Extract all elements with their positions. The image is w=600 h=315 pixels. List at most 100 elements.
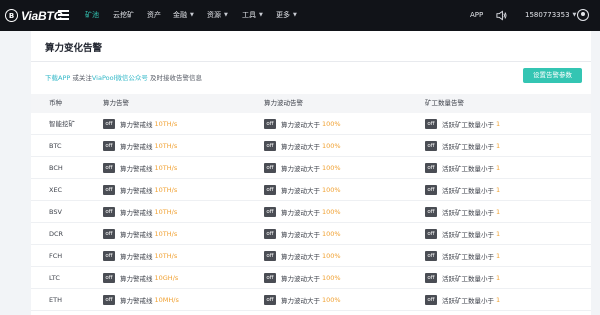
hashrate-alert-cell: off 算力警戒线 10TH/s xyxy=(103,228,177,239)
fluctuation-alert-label: 算力波动大于 xyxy=(281,296,320,305)
fluctuation-alert-toggle[interactable]: off xyxy=(264,272,276,283)
nav-item-tools[interactable]: 工具 ▼ xyxy=(242,0,263,31)
hashrate-alert-cell: off 算力警戒线 10TH/s xyxy=(103,118,177,129)
hashrate-alert-label: 算力警戒线 xyxy=(120,252,153,261)
fluctuation-alert-cell: off 算力波动大于 100% xyxy=(264,184,341,195)
user-icon[interactable] xyxy=(577,9,589,21)
miner-alert-label: 活跃矿工数量小于 xyxy=(442,164,494,173)
fluctuation-alert-cell: off 算力波动大于 100% xyxy=(264,294,341,305)
fluctuation-alert-label: 算力波动大于 xyxy=(281,252,320,261)
fluctuation-alert-label: 算力波动大于 xyxy=(281,186,320,195)
hashrate-alert-toggle[interactable]: off xyxy=(103,294,115,305)
coin-name: ETH xyxy=(49,296,62,304)
miner-alert-value: 1 xyxy=(496,229,501,238)
menu-icon[interactable] xyxy=(58,10,69,20)
miner-alert-value: 1 xyxy=(496,273,501,282)
fluctuation-alert-value: 100% xyxy=(322,207,341,216)
miner-alert-label: 活跃矿工数量小于 xyxy=(442,186,494,195)
hashrate-alert-toggle[interactable]: off xyxy=(103,140,115,151)
miner-alert-toggle[interactable]: off xyxy=(425,272,437,283)
hashrate-alert-toggle[interactable]: off xyxy=(103,250,115,261)
table-header: 币种 算力告警 算力波动告警 矿工数量告警 xyxy=(31,94,591,113)
fluctuation-alert-value: 100% xyxy=(322,251,341,260)
hashrate-alert-value: 10TH/s xyxy=(154,163,178,172)
miner-alert-cell: off 活跃矿工数量小于 1 xyxy=(425,228,500,239)
nav-item-pool[interactable]: 矿池 xyxy=(85,0,99,31)
fluctuation-alert-value: 100% xyxy=(322,163,341,172)
miner-alert-toggle[interactable]: off xyxy=(425,162,437,173)
miner-alert-cell: off 活跃矿工数量小于 1 xyxy=(425,272,500,283)
chevron-down-icon: ▼ xyxy=(572,12,577,18)
fluctuation-alert-value: 100% xyxy=(322,185,341,194)
fluctuation-alert-toggle[interactable]: off xyxy=(264,228,276,239)
miner-alert-label: 活跃矿工数量小于 xyxy=(442,252,494,261)
hashrate-alert-toggle[interactable]: off xyxy=(103,118,115,129)
alert-panel: 算力变化告警 下载APP 或关注ViaPool微信公众号 及时接收告警信息 设置… xyxy=(31,31,591,315)
col-header-coin: 币种 xyxy=(49,99,62,107)
miner-alert-toggle[interactable]: off xyxy=(425,118,437,129)
table-row: BSV off 算力警戒线 10TH/s off 算力波动大于 100% off 活跃矿工数量小… xyxy=(31,201,591,223)
fluctuation-alert-value: 100% xyxy=(322,273,341,282)
fluctuation-alert-toggle[interactable]: off xyxy=(264,162,276,173)
viabtc-logo[interactable]: B ViaBTC xyxy=(5,8,62,23)
wechat-link[interactable]: ViaPool微信公众号 xyxy=(92,74,148,82)
nav-item-finance[interactable]: 金融 ▼ xyxy=(173,0,194,31)
account-menu[interactable]: 1580773353 ▼ xyxy=(525,0,576,31)
hashrate-alert-value: 10TH/s xyxy=(154,207,178,216)
hashrate-alert-label: 算力警戒线 xyxy=(120,296,153,305)
hashrate-alert-toggle[interactable]: off xyxy=(103,206,115,217)
hashrate-alert-value: 10GH/s xyxy=(154,273,179,282)
miner-alert-toggle[interactable]: off xyxy=(425,250,437,261)
hashrate-alert-label: 算力警戒线 xyxy=(120,230,153,239)
nav-item-assets[interactable]: 资产 xyxy=(147,0,161,31)
miner-alert-cell: off 活跃矿工数量小于 1 xyxy=(425,162,500,173)
miner-alert-cell: off 活跃矿工数量小于 1 xyxy=(425,294,500,305)
hashrate-alert-toggle[interactable]: off xyxy=(103,272,115,283)
nav-item-cloud-mining[interactable]: 云挖矿 xyxy=(113,0,134,31)
miner-alert-toggle[interactable]: off xyxy=(425,294,437,305)
fluctuation-alert-toggle[interactable]: off xyxy=(264,118,276,129)
fluctuation-alert-cell: off 算力波动大于 100% xyxy=(264,206,341,217)
fluctuation-alert-label: 算力波动大于 xyxy=(281,164,320,173)
app-link[interactable]: APP xyxy=(470,0,483,31)
miner-alert-value: 1 xyxy=(496,141,501,150)
miner-alert-toggle[interactable]: off xyxy=(425,228,437,239)
set-alert-params-button[interactable]: 设置告警参数 xyxy=(523,68,582,83)
download-app-link[interactable]: 下载APP xyxy=(45,74,70,82)
miner-alert-toggle[interactable]: off xyxy=(425,206,437,217)
hashrate-alert-toggle[interactable]: off xyxy=(103,228,115,239)
hashrate-alert-value: 10TH/s xyxy=(154,185,178,194)
fluctuation-alert-toggle[interactable]: off xyxy=(264,184,276,195)
miner-alert-label: 活跃矿工数量小于 xyxy=(442,274,494,283)
miner-alert-cell: off 活跃矿工数量小于 1 xyxy=(425,184,500,195)
fluctuation-alert-toggle[interactable]: off xyxy=(264,250,276,261)
coin-name: 智能挖矿 xyxy=(49,120,75,128)
hashrate-alert-toggle[interactable]: off xyxy=(103,184,115,195)
miner-alert-cell: off 活跃矿工数量小于 1 xyxy=(425,250,500,261)
miner-alert-value: 1 xyxy=(496,207,501,216)
hashrate-alert-label: 算力警戒线 xyxy=(120,274,153,283)
logo-icon: B xyxy=(5,9,18,22)
fluctuation-alert-toggle[interactable]: off xyxy=(264,294,276,305)
nav-item-more[interactable]: 更多 ▼ xyxy=(276,0,297,31)
coin-name: BSV xyxy=(49,208,62,216)
speaker-icon[interactable] xyxy=(496,10,507,21)
hashrate-alert-toggle[interactable]: off xyxy=(103,162,115,173)
hashrate-alert-cell: off 算力警戒线 10TH/s xyxy=(103,206,177,217)
fluctuation-alert-toggle[interactable]: off xyxy=(264,206,276,217)
divider xyxy=(31,61,591,62)
miner-alert-toggle[interactable]: off xyxy=(425,140,437,151)
hashrate-alert-cell: off 算力警戒线 10GH/s xyxy=(103,272,178,283)
hashrate-alert-value: 10TH/s xyxy=(154,141,178,150)
alert-tip: 下载APP 或关注ViaPool微信公众号 及时接收告警信息 xyxy=(45,72,202,82)
table-row: LTC off 算力警戒线 10GH/s off 算力波动大于 100% off 活跃矿工数量小… xyxy=(31,267,591,289)
nav-item-resources[interactable]: 资源 ▼ xyxy=(207,0,228,31)
hashrate-alert-value: 10TH/s xyxy=(154,251,178,260)
hashrate-alert-label: 算力警戒线 xyxy=(120,164,153,173)
miner-alert-toggle[interactable]: off xyxy=(425,184,437,195)
chevron-down-icon: ▼ xyxy=(293,12,297,18)
miner-alert-label: 活跃矿工数量小于 xyxy=(442,230,494,239)
fluctuation-alert-value: 100% xyxy=(322,295,341,304)
fluctuation-alert-toggle[interactable]: off xyxy=(264,140,276,151)
fluctuation-alert-cell: off 算力波动大于 100% xyxy=(264,228,341,239)
